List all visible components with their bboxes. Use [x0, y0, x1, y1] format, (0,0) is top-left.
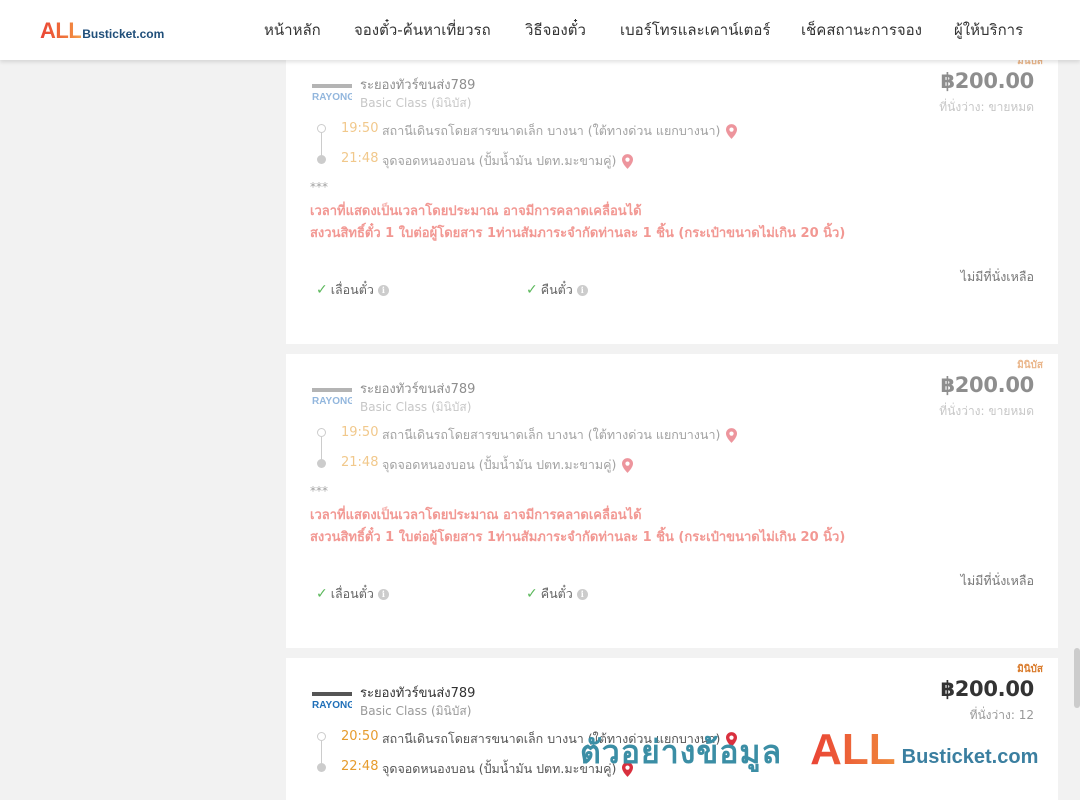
note-luggage: สงวนสิทธิ์ตั๋ว 1 ใบต่อผู้โดยสาร 1ท่านสัม… [310, 226, 846, 241]
ticket-price: ฿200.00 [940, 69, 1034, 93]
feature-change-ticket[interactable]: ✓ เลื่อนตั๋ว i [316, 584, 389, 604]
arrival-dot-icon [317, 459, 326, 468]
arrival-dot-icon [317, 763, 326, 772]
note-time-approx: เวลาที่แสดงเป็นเวลาโดยประมาณ อาจมีการคลา… [310, 204, 642, 219]
site-header: ALL Busticket.com หน้าหลัก จองตั๋ว-ค้นหา… [0, 0, 1080, 60]
minibus-badge: มินิบัส [1017, 664, 1043, 675]
feature-change-label: เลื่อนตั๋ว [330, 282, 374, 297]
rayong-logo-text: RAYONG [312, 396, 352, 407]
info-icon[interactable]: i [377, 588, 389, 600]
rayong-logo-text: RAYONG [312, 700, 352, 711]
departure-time: 20:50 [341, 729, 379, 744]
arrival-dot-icon [317, 155, 326, 164]
note-stars: *** [310, 180, 328, 194]
check-icon: ✓ [316, 282, 328, 298]
bus-class: Basic Class (มินิบัส) [360, 704, 472, 718]
nav-book-search[interactable]: จองตั๋ว-ค้นหาเที่ยวรถ [354, 20, 491, 40]
info-icon[interactable]: i [576, 284, 588, 296]
bus-class: Basic Class (มินิบัส) [360, 96, 472, 110]
seats-available: ที่นั่งว่าง: 12 [969, 708, 1034, 722]
watermark-logo-rest: Busticket.com [901, 746, 1039, 768]
minibus-badge: มินิบัส [1017, 360, 1043, 371]
sample-data-watermark: ตัวอย่างข้อมูล ALL Busticket.com [580, 728, 1038, 772]
arrival-stop-name: จุดจอดหนองบอน (ปั้มน้ำมัน ปตท.มะขามคู่) [382, 153, 617, 168]
feature-refund-ticket[interactable]: ✓ คืนตั๋ว i [526, 280, 588, 300]
map-pin-icon[interactable] [726, 427, 738, 443]
operator-name: ระยองทัวร์ขนส่ง789 [360, 382, 476, 397]
ticket-price: ฿200.00 [940, 373, 1034, 397]
info-icon[interactable]: i [576, 588, 588, 600]
check-icon: ✓ [316, 586, 328, 602]
arrival-time: 22:48 [341, 759, 379, 774]
departure-stop: สถานีเดินรถโดยสารขนาดเล็ก บางนา (ใต้ทางด… [382, 425, 738, 445]
arrival-time: 21:48 [341, 151, 379, 166]
departure-stop: สถานีเดินรถโดยสารขนาดเล็ก บางนา (ใต้ทางด… [382, 121, 738, 141]
rayong-logo-icon: RAYONG [312, 692, 352, 711]
check-icon: ✓ [526, 282, 538, 298]
nav-phone-counters[interactable]: เบอร์โทรและเคาน์เตอร์ [620, 20, 770, 40]
check-icon: ✓ [526, 586, 538, 602]
nav-home[interactable]: หน้าหลัก [264, 20, 321, 40]
operator-name: ระยองทัวร์ขนส่ง789 [360, 686, 476, 701]
no-seats-status: ไม่มีที่นั่งเหลือ [960, 269, 1034, 284]
map-pin-icon[interactable] [622, 153, 634, 169]
seats-available: ที่นั่งว่าง: ขายหมด [939, 100, 1034, 114]
departure-stop-name: สถานีเดินรถโดยสารขนาดเล็ก บางนา (ใต้ทางด… [382, 123, 721, 138]
nav-check-status[interactable]: เช็คสถานะการจอง [801, 20, 922, 40]
rayong-logo-icon: RAYONG [312, 84, 352, 103]
scrollbar-thumb[interactable] [1074, 648, 1080, 708]
trip-card[interactable]: มินิบัส RAYONG ระยองทัวร์ขนส่ง789 Basic … [286, 354, 1058, 648]
note-time-approx: เวลาที่แสดงเป็นเวลาโดยประมาณ อาจมีการคลา… [310, 508, 642, 523]
note-stars: *** [310, 484, 328, 498]
feature-refund-label: คืนตั๋ว [540, 282, 573, 297]
watermark-logo-all: ALL [810, 725, 896, 774]
arrival-stop: จุดจอดหนองบอน (ปั้มน้ำมัน ปตท.มะขามคู่) [382, 455, 634, 475]
feature-refund-ticket[interactable]: ✓ คืนตั๋ว i [526, 584, 588, 604]
arrival-stop: จุดจอดหนองบอน (ปั้มน้ำมัน ปตท.มะขามคู่) [382, 151, 634, 171]
departure-dot-icon [317, 428, 326, 437]
trip-card[interactable]: มินิบัส RAYONG ระยองทัวร์ขนส่ง789 Basic … [286, 50, 1058, 344]
nav-how-to-book[interactable]: วิธีจองตั๋ว [525, 20, 586, 40]
departure-time: 19:50 [341, 121, 379, 136]
note-luggage: สงวนสิทธิ์ตั๋ว 1 ใบต่อผู้โดยสาร 1ท่านสัม… [310, 530, 846, 545]
rayong-logo-text: RAYONG [312, 92, 352, 103]
departure-dot-icon [317, 124, 326, 133]
map-pin-icon[interactable] [726, 123, 738, 139]
departure-dot-icon [317, 732, 326, 741]
feature-change-label: เลื่อนตั๋ว [330, 586, 374, 601]
seats-available: ที่นั่งว่าง: ขายหมด [939, 404, 1034, 418]
arrival-stop-name: จุดจอดหนองบอน (ปั้มน้ำมัน ปตท.มะขามคู่) [382, 457, 617, 472]
no-seats-status: ไม่มีที่นั่งเหลือ [960, 573, 1034, 588]
departure-stop-name: สถานีเดินรถโดยสารขนาดเล็ก บางนา (ใต้ทางด… [382, 427, 721, 442]
arrival-time: 21:48 [341, 455, 379, 470]
rayong-logo-icon: RAYONG [312, 388, 352, 407]
bus-class: Basic Class (มินิบัส) [360, 400, 472, 414]
feature-change-ticket[interactable]: ✓ เลื่อนตั๋ว i [316, 280, 389, 300]
ticket-price: ฿200.00 [940, 677, 1034, 701]
info-icon[interactable]: i [377, 284, 389, 296]
feature-refund-label: คืนตั๋ว [540, 586, 573, 601]
operator-name: ระยองทัวร์ขนส่ง789 [360, 78, 476, 93]
main-nav: หน้าหลัก จองตั๋ว-ค้นหาเที่ยวรถ วิธีจองตั… [0, 0, 1080, 60]
nav-operators[interactable]: ผู้ให้บริการ [954, 20, 1023, 40]
map-pin-icon[interactable] [622, 457, 634, 473]
departure-time: 19:50 [341, 425, 379, 440]
watermark-text: ตัวอย่างข้อมูล [580, 733, 783, 771]
